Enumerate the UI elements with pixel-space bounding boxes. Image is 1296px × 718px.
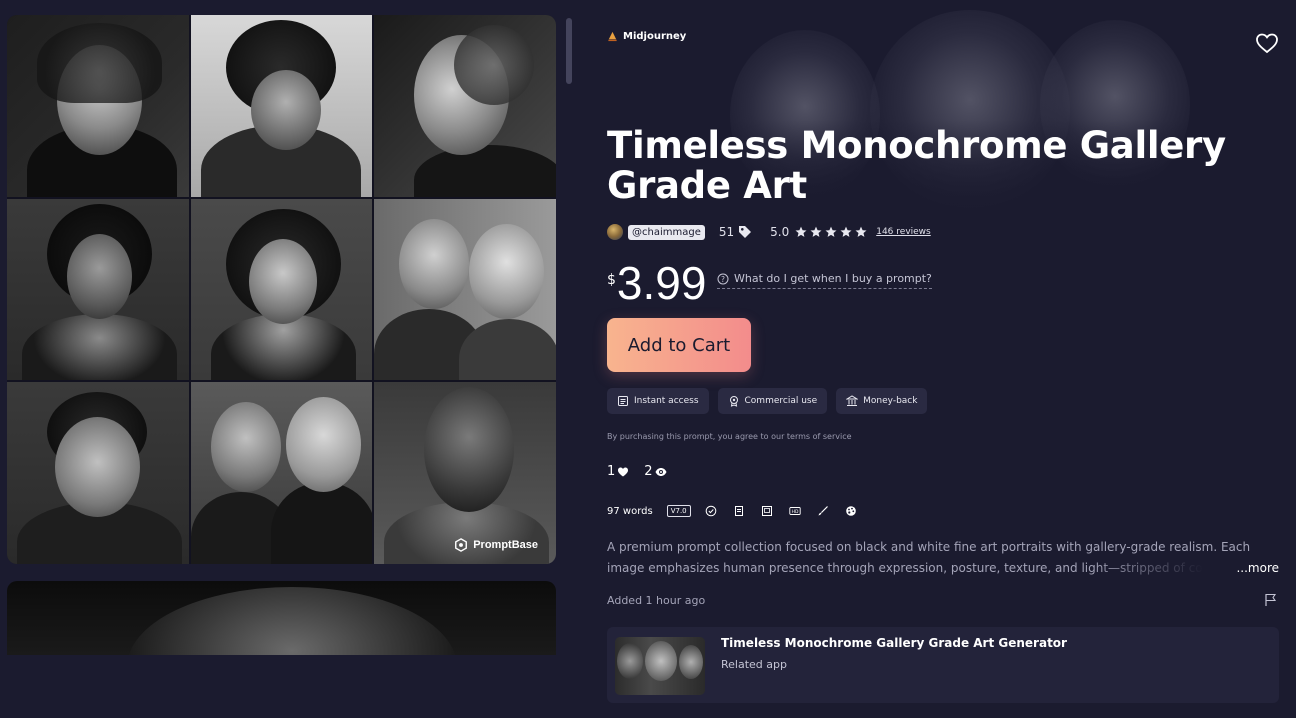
- seller-handle[interactable]: @chaimmage: [628, 224, 705, 240]
- star-icon: [840, 226, 852, 237]
- prompt-image-secondary[interactable]: [7, 581, 556, 655]
- star-icon: [855, 226, 867, 237]
- document-lines-icon: [618, 396, 628, 406]
- price-currency: $: [607, 272, 616, 288]
- platform-name: Midjourney: [623, 31, 687, 42]
- gallery-image-woman-portrait: [7, 15, 189, 197]
- promptbase-logo-icon: [455, 538, 468, 552]
- word-count: 97 words: [607, 505, 653, 517]
- document-icon: [734, 506, 743, 516]
- gallery-image-man-portrait: PromptBase: [374, 382, 556, 564]
- model-version-badge: V7.0: [666, 505, 691, 517]
- perk-label: Money-back: [863, 396, 918, 406]
- related-app-title: Timeless Monochrome Gallery Grade Art Ge…: [721, 636, 1067, 650]
- eye-icon: [655, 467, 667, 476]
- hd-icon: HD: [788, 507, 801, 515]
- prompt-title: Timeless Monochrome Gallery Grade Art: [607, 124, 1226, 207]
- added-timestamp: Added 1 hour ago: [607, 594, 706, 607]
- tag-count: 51: [718, 225, 735, 239]
- gallery-scrollbar[interactable]: [566, 18, 572, 84]
- gallery-image-afro-woman: [7, 198, 189, 381]
- prompt-image-grid[interactable]: PromptBase: [7, 15, 556, 564]
- likes-count: 1: [607, 464, 616, 479]
- favorite-heart-icon[interactable]: [1255, 32, 1279, 54]
- rating-stars: [795, 226, 867, 238]
- prompt-description: A premium prompt collection focused on b…: [607, 537, 1279, 579]
- gallery-image-curly-man: [190, 15, 373, 197]
- perk-instant-access: Instant access: [607, 388, 709, 414]
- seller-avatar[interactable]: [607, 224, 623, 240]
- prompt-features-row: 97 words V7.0 HD: [607, 503, 873, 519]
- tag-icon: [739, 226, 752, 238]
- platform-badge[interactable]: Midjourney: [607, 31, 686, 42]
- svg-text:HD: HD: [791, 509, 798, 515]
- palette-icon: [845, 506, 856, 516]
- price: $ 3.99: [607, 256, 706, 310]
- perk-commercial-use: Commercial use: [717, 388, 828, 414]
- related-app-subtitle: Related app: [721, 658, 787, 671]
- heart-filled-icon: [618, 467, 629, 476]
- award-icon: [729, 396, 738, 407]
- report-flag-icon[interactable]: [1264, 593, 1277, 607]
- seller-meta-row: @chaimmage 51 5.0 146 reviews: [607, 222, 931, 242]
- related-app-thumbnail: [615, 637, 705, 695]
- gallery-image-elderly-couple: [374, 198, 556, 381]
- read-more-link[interactable]: ...more: [1236, 558, 1279, 579]
- gallery-image-profile-man: [374, 15, 556, 197]
- perk-label: Instant access: [634, 396, 699, 406]
- engagement-stats: 1 2: [607, 464, 667, 479]
- svg-text:?: ?: [721, 274, 725, 283]
- related-app-card[interactable]: Timeless Monochrome Gallery Grade Art Ge…: [607, 627, 1279, 703]
- rating-value: 5.0: [770, 225, 790, 239]
- question-circle-icon: ?: [717, 273, 729, 284]
- watermark-text: PromptBase: [473, 539, 538, 551]
- star-icon: [810, 226, 822, 237]
- gallery-image-elderly-woman: [7, 382, 189, 564]
- add-to-cart-button[interactable]: Add to Cart: [607, 318, 751, 372]
- perks-row: Instant access Commercial use Money-back: [607, 388, 928, 414]
- what-do-i-get-text: What do I get when I buy a prompt?: [734, 272, 932, 285]
- gallery-image-young-woman: [190, 198, 373, 381]
- perk-money-back: Money-back: [836, 388, 928, 414]
- what-do-i-get-link[interactable]: ? What do I get when I buy a prompt?: [717, 272, 932, 289]
- price-amount: 3.99: [616, 257, 707, 309]
- gallery-image-two-women: [190, 382, 373, 564]
- star-icon: [825, 226, 837, 237]
- midjourney-icon: [608, 31, 617, 42]
- brush-icon: [818, 506, 828, 516]
- reviews-link[interactable]: 146 reviews: [876, 227, 931, 237]
- perk-label: Commercial use: [744, 396, 818, 406]
- views-stat: 2: [644, 464, 667, 479]
- bank-icon: [846, 395, 859, 406]
- terms-notice: By purchasing this prompt, you agree to …: [607, 432, 852, 441]
- star-icon: [795, 226, 807, 237]
- check-badge-icon: [705, 505, 716, 517]
- likes-stat: 1: [607, 464, 629, 479]
- views-count: 2: [644, 464, 653, 479]
- picture-icon: [761, 506, 772, 516]
- promptbase-watermark: PromptBase: [454, 538, 538, 552]
